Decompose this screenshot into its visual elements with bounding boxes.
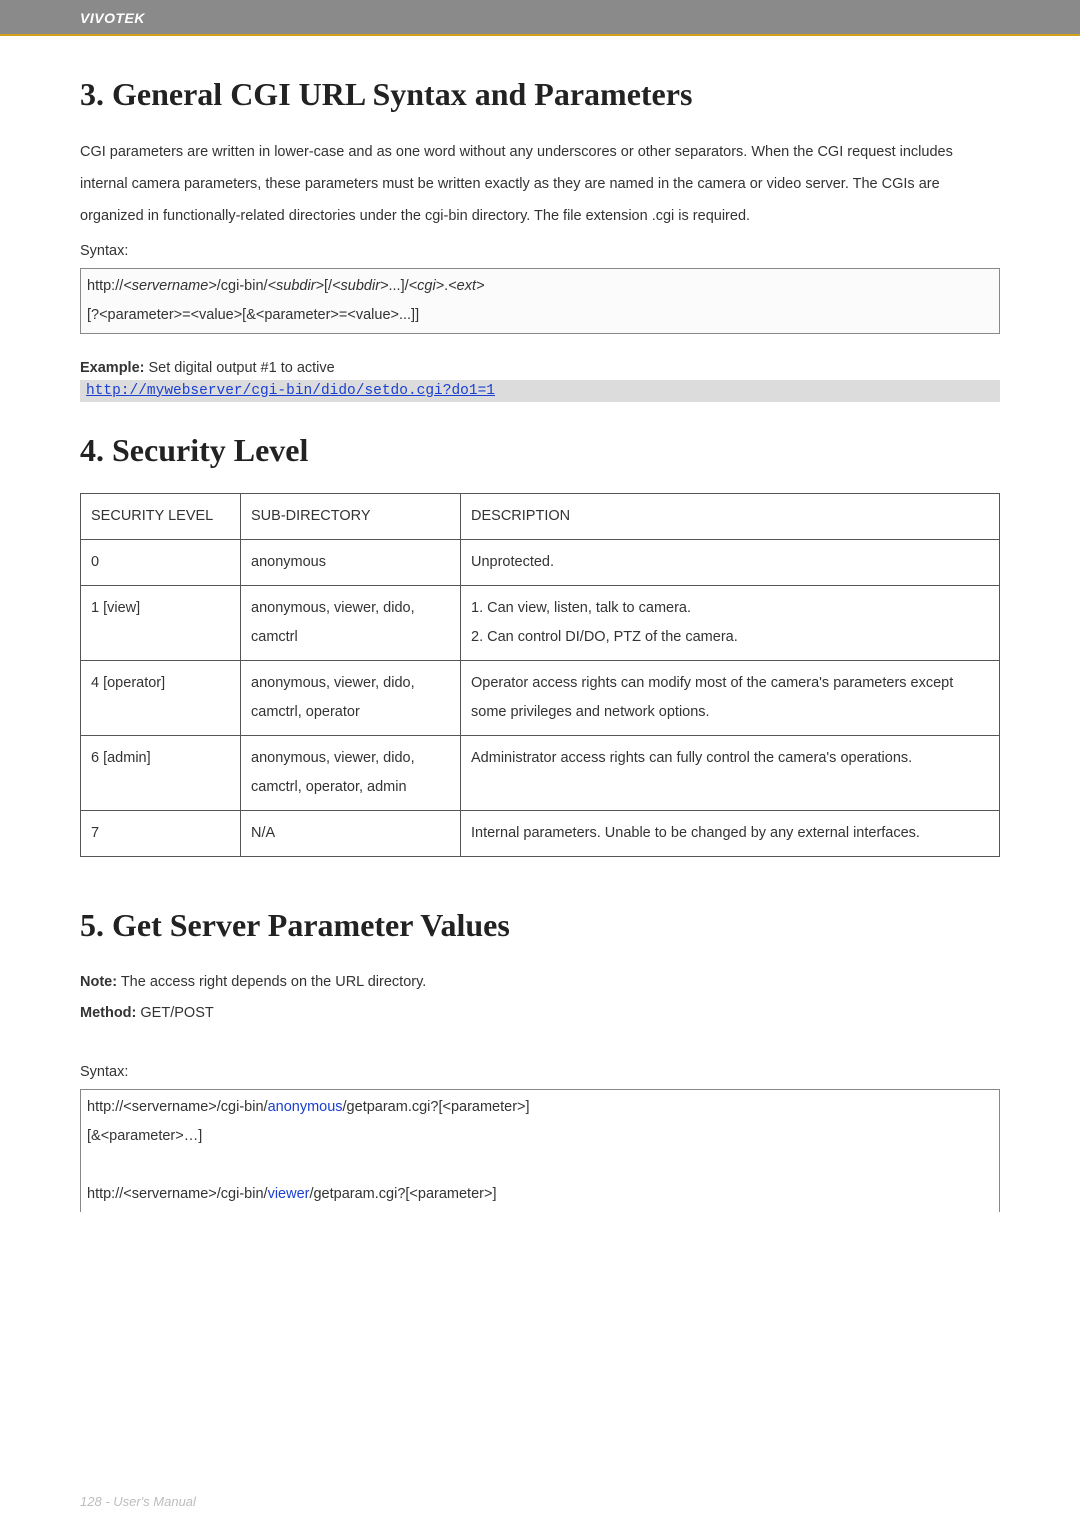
cell-level: 6 [admin] (81, 735, 241, 810)
syntax5-line3: http://<servername>/cgi-bin/viewer/getpa… (87, 1180, 993, 1209)
cell-subdir: anonymous, viewer, dido, camctrl (241, 585, 461, 660)
cell-subdir: anonymous, viewer, dido, camctrl, operat… (241, 735, 461, 810)
note-text: The access right depends on the URL dire… (117, 974, 426, 990)
t: /cgi-bin/ (217, 1099, 268, 1115)
method-text: GET/POST (136, 1005, 213, 1021)
t: ] (526, 1099, 530, 1115)
section5-title: 5. Get Server Parameter Values (80, 907, 1000, 944)
syntax-box-5: http://<servername>/cgi-bin/anonymous/ge… (80, 1089, 1000, 1212)
t: <cgi> (409, 278, 444, 294)
cell-desc: Internal parameters. Unable to be change… (461, 810, 1000, 856)
th-subdir: SUB-DIRECTORY (241, 493, 461, 539)
syntax5-line1: http://<servername>/cgi-bin/anonymous/ge… (87, 1093, 993, 1122)
note-line: Note: The access right depends on the UR… (80, 968, 1000, 997)
t: <parameter> (409, 1186, 492, 1202)
table-row: 1 [view] anonymous, viewer, dido, camctr… (81, 585, 1000, 660)
t: viewer (268, 1186, 310, 1202)
t: <servername> (123, 1186, 217, 1202)
t: <subdir> (332, 278, 388, 294)
cell-subdir: anonymous (241, 539, 461, 585)
method-label: Method: (80, 1005, 136, 1021)
page-footer: 128 - User's Manual (80, 1494, 196, 1509)
cell-desc: Unprotected. (461, 539, 1000, 585)
syntax3-line2: [?<parameter>=<value>[&<parameter>=<valu… (87, 301, 993, 330)
t: ...]/ (389, 278, 409, 294)
th-level: SECURITY LEVEL (81, 493, 241, 539)
method-line: Method: GET/POST (80, 999, 1000, 1028)
cell-desc: Administrator access rights can fully co… (461, 735, 1000, 810)
section3-title: 3. General CGI URL Syntax and Parameters (80, 76, 1000, 113)
page-content: 3. General CGI URL Syntax and Parameters… (0, 76, 1080, 1212)
table-row: 4 [operator] anonymous, viewer, dido, ca… (81, 660, 1000, 735)
t: /cgi-bin/ (217, 278, 268, 294)
t: http:// (87, 1099, 123, 1115)
cell-level: 1 [view] (81, 585, 241, 660)
th-desc: DESCRIPTION (461, 493, 1000, 539)
cell-subdir: anonymous, viewer, dido, camctrl, operat… (241, 660, 461, 735)
t: /cgi-bin/ (217, 1186, 268, 1202)
cell-desc: Operator access rights can modify most o… (461, 660, 1000, 735)
t: <servername> (123, 1099, 217, 1115)
t: ] (492, 1186, 496, 1202)
cell-subdir: N/A (241, 810, 461, 856)
table-header-row: SECURITY LEVEL SUB-DIRECTORY DESCRIPTION (81, 493, 1000, 539)
table-row: 0 anonymous Unprotected. (81, 539, 1000, 585)
syntax5-blank (87, 1151, 993, 1180)
syntax-label-3: Syntax: (80, 237, 1000, 266)
table-row: 6 [admin] anonymous, viewer, dido, camct… (81, 735, 1000, 810)
page-header: VIVOTEK (0, 0, 1080, 34)
t: <servername> (123, 278, 217, 294)
example-link-box: http://mywebserver/cgi-bin/dido/setdo.cg… (80, 380, 1000, 402)
cell-desc: 1. Can view, listen, talk to camera. 2. … (461, 585, 1000, 660)
section4-title: 4. Security Level (80, 432, 1000, 469)
example-heading: Example: Set digital output #1 to active (80, 360, 1000, 376)
syntax3-line1: http://<servername>/cgi-bin/<subdir>[/<s… (87, 272, 993, 301)
t: http:// (87, 1186, 123, 1202)
cell-level: 7 (81, 810, 241, 856)
t: <ext> (448, 278, 484, 294)
syntax-label-5: Syntax: (80, 1058, 1000, 1087)
table-row: 7 N/A Internal parameters. Unable to be … (81, 810, 1000, 856)
t: [/ (324, 278, 332, 294)
t: /getparam.cgi?[ (309, 1186, 409, 1202)
header-underline (0, 34, 1080, 36)
syntax5-line2: [&<parameter>…] (87, 1122, 993, 1151)
note-label: Note: (80, 974, 117, 990)
section3-paragraph: CGI parameters are written in lower-case… (80, 137, 1000, 233)
t: <subdir> (268, 278, 324, 294)
t: http:// (87, 278, 123, 294)
example-url-link[interactable]: http://mywebserver/cgi-bin/dido/setdo.cg… (86, 383, 495, 399)
t: /getparam.cgi?[ (343, 1099, 443, 1115)
t: anonymous (268, 1099, 343, 1115)
example-label: Example: (80, 360, 144, 376)
brand-text: VIVOTEK (80, 10, 145, 26)
security-level-table: SECURITY LEVEL SUB-DIRECTORY DESCRIPTION… (80, 493, 1000, 857)
t: <parameter> (442, 1099, 525, 1115)
syntax-box-3: http://<servername>/cgi-bin/<subdir>[/<s… (80, 268, 1000, 334)
cell-level: 4 [operator] (81, 660, 241, 735)
example-text: Set digital output #1 to active (144, 360, 334, 376)
cell-level: 0 (81, 539, 241, 585)
